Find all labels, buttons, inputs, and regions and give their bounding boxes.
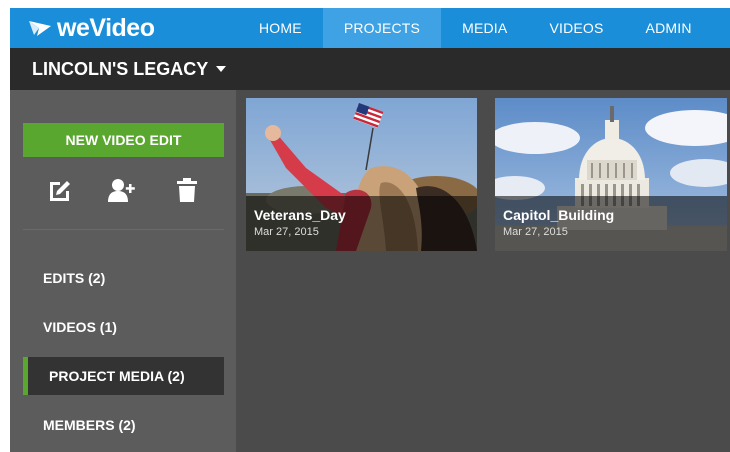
project-title: LINCOLN'S LEGACY: [32, 59, 209, 79]
wevideo-logo[interactable]: weVideo: [28, 14, 155, 42]
project-header: LINCOLN'S LEGACY: [10, 48, 730, 90]
media-date: Mar 27, 2015: [254, 226, 319, 238]
media-grid: Veterans_Day Mar 27, 2015 Capitol_Buildi…: [236, 90, 730, 452]
logo-text: weVideo: [57, 14, 155, 42]
sidebar-item-videos[interactable]: VIDEOS (1): [23, 308, 224, 346]
media-card[interactable]: Capitol_Building Mar 27, 2015: [495, 98, 727, 251]
project-selector[interactable]: LINCOLN'S LEGACY: [32, 48, 227, 90]
sidebar: NEW VIDEO EDIT EDITS (2) VIDEOS (1) PROJ…: [10, 90, 236, 452]
new-video-edit-button[interactable]: NEW VIDEO EDIT: [23, 123, 224, 157]
media-name: Capitol_Building: [503, 207, 615, 223]
media-card[interactable]: Veterans_Day Mar 27, 2015: [246, 98, 477, 251]
sidebar-divider: [23, 229, 224, 230]
sidebar-item-project-media[interactable]: PROJECT MEDIA (2): [23, 357, 224, 395]
nav-projects[interactable]: PROJECTS: [322, 8, 442, 48]
edit-icon[interactable]: [47, 176, 73, 204]
top-nav: weVideo HOME PROJECTS MEDIA VIDEOS ADMIN: [10, 8, 730, 48]
nav-admin[interactable]: ADMIN: [625, 8, 713, 48]
media-caption: Veterans_Day Mar 27, 2015: [246, 196, 477, 251]
project-tools: [10, 176, 236, 204]
media-caption: Capitol_Building Mar 27, 2015: [495, 196, 727, 251]
media-date: Mar 27, 2015: [503, 226, 568, 238]
app-window: weVideo HOME PROJECTS MEDIA VIDEOS ADMIN…: [10, 8, 730, 452]
logo-mark-icon: [29, 21, 51, 36]
nav-videos[interactable]: VIDEOS: [528, 8, 624, 48]
trash-icon[interactable]: [174, 176, 200, 204]
caret-down-icon: [216, 66, 227, 72]
sidebar-item-edits[interactable]: EDITS (2): [23, 259, 224, 297]
add-member-icon[interactable]: [107, 176, 139, 204]
media-name: Veterans_Day: [254, 207, 346, 223]
nav-media[interactable]: MEDIA: [441, 8, 528, 48]
sidebar-item-members[interactable]: MEMBERS (2): [23, 406, 224, 444]
nav-home[interactable]: HOME: [238, 8, 323, 48]
nav-menu: HOME PROJECTS MEDIA VIDEOS ADMIN: [238, 8, 713, 48]
